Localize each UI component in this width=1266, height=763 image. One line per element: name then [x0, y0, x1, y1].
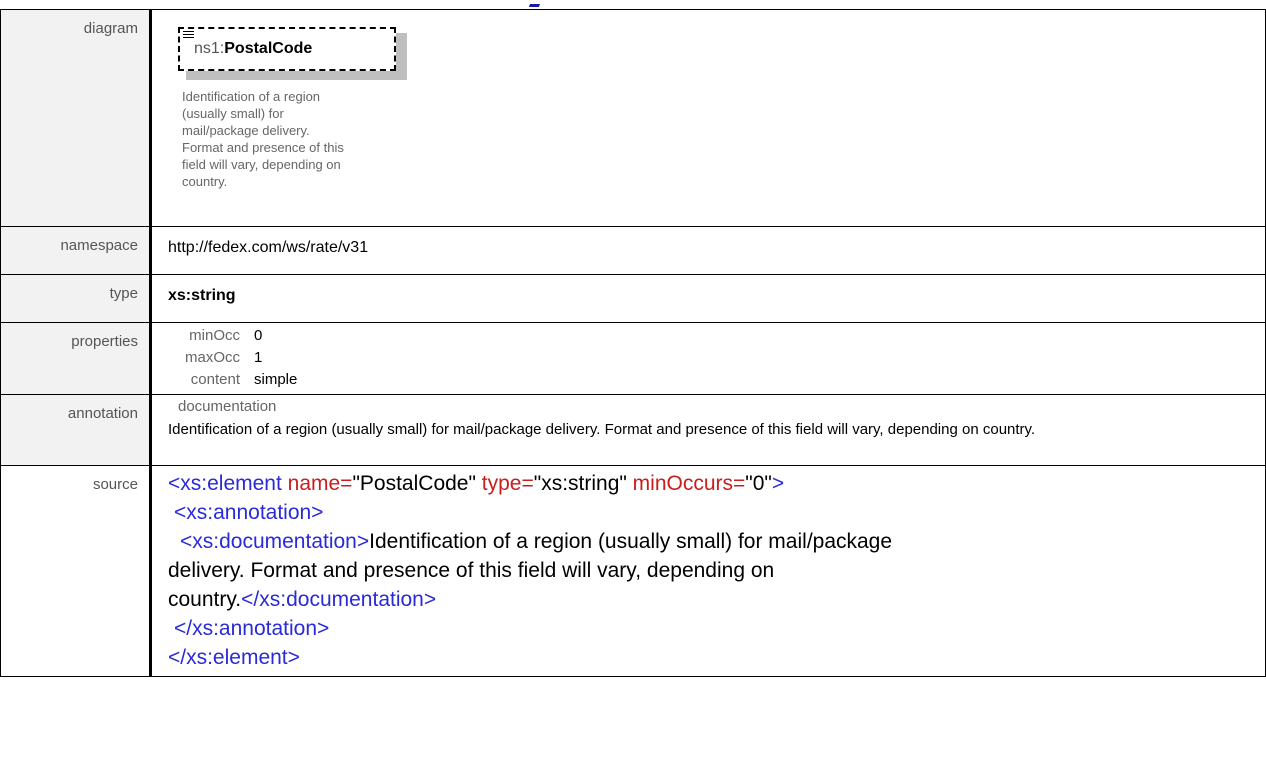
- namespace-label: namespace: [0, 226, 151, 275]
- documentation-lines-icon: [183, 31, 194, 41]
- diagram-doc-line: country.: [182, 174, 228, 189]
- diagram-row: diagram ns1:PostalCode Identification of…: [0, 9, 1266, 227]
- source-line: <xs:annotation>: [168, 498, 1265, 527]
- xml-attr: type=: [475, 472, 534, 495]
- xml-text: country.: [168, 588, 242, 611]
- xml-attr: minOccurs=: [626, 472, 746, 495]
- source-line: country.</xs:documentation>: [168, 585, 1265, 614]
- property-key: content: [190, 371, 240, 388]
- source-line: delivery. Format and presence of this fi…: [168, 556, 1265, 585]
- annotation-text: Identification of a region (usually smal…: [168, 421, 1036, 438]
- property-row: maxOcc 1: [168, 347, 1265, 369]
- diagram-label: diagram: [0, 9, 151, 227]
- property-value: 1: [254, 349, 263, 366]
- xml-tag: <xs:annotation>: [174, 501, 324, 524]
- property-value: 0: [254, 327, 263, 344]
- xml-tag: <xs:element: [168, 472, 282, 495]
- namespace-value: http://fedex.com/ws/rate/v31: [149, 226, 1266, 275]
- xml-tag: </xs:documentation>: [241, 588, 437, 611]
- element-box[interactable]: ns1:PostalCode: [178, 27, 396, 71]
- type-label: type: [0, 274, 151, 323]
- type-row: type xs:string: [0, 274, 1266, 323]
- property-key: minOcc: [189, 327, 240, 344]
- type-value: xs:string: [149, 274, 1266, 323]
- xml-attr-value: "PostalCode": [352, 472, 475, 495]
- xml-value: "xs:string": [533, 472, 627, 495]
- xml-text: delivery. Format and presence of this fi…: [168, 559, 775, 582]
- source-line: <xs:element name="PostalCode" type="xs:s…: [168, 469, 1265, 498]
- diagram-doc-line: (usually small) for: [182, 106, 284, 121]
- source-code: <xs:element name="PostalCode" type="xs:s…: [149, 465, 1266, 677]
- diagram-documentation: Identification of a region (usually smal…: [182, 88, 402, 190]
- property-row: content simple: [168, 369, 1265, 391]
- property-value: simple: [254, 371, 298, 388]
- diagram-doc-line: Format and presence of this: [182, 140, 344, 155]
- element-name: ns1:PostalCode: [194, 40, 312, 58]
- property-row: minOcc 0: [168, 325, 1265, 347]
- annotation-row: annotation documentation Identification …: [0, 394, 1266, 466]
- diagram-cell: ns1:PostalCode Identification of a regio…: [149, 9, 1266, 227]
- annotation-label: annotation: [0, 394, 151, 466]
- source-line: </xs:annotation>: [168, 614, 1265, 643]
- properties-list: minOcc 0 maxOcc 1 content simple: [149, 322, 1266, 395]
- xml-value: "PostalCode": [352, 472, 476, 495]
- source-row: source <xs:element name="PostalCode" typ…: [0, 465, 1266, 677]
- annotation-cell: documentation Identification of a region…: [149, 394, 1266, 466]
- xml-text: Identification of a region (usually smal…: [369, 530, 893, 553]
- heading-fragment: [528, 0, 546, 7]
- element-namespace-prefix: ns1:: [194, 40, 225, 57]
- source-line: </xs:element>: [168, 643, 1265, 672]
- xml-tag: </xs:annotation>: [174, 617, 330, 640]
- property-key: maxOcc: [184, 349, 240, 366]
- schema-element-table: diagram ns1:PostalCode Identification of…: [0, 9, 1266, 677]
- diagram-doc-line: mail/package delivery.: [182, 123, 310, 138]
- source-line: <xs:documentation>Identification of a re…: [168, 527, 1265, 556]
- xml-attr: name=: [281, 472, 353, 495]
- xml-tag: <xs:documentation>: [180, 530, 370, 553]
- xml-tag: >: [771, 472, 785, 495]
- properties-row: properties minOcc 0 maxOcc 1 content sim…: [0, 322, 1266, 395]
- diagram-doc-line: field will vary, depending on: [182, 157, 341, 172]
- element-local-name: PostalCode: [224, 40, 313, 57]
- xml-tag: </xs:element>: [168, 646, 300, 669]
- xml-value: "0": [745, 472, 772, 495]
- annotation-key: documentation: [178, 398, 277, 415]
- namespace-row: namespace http://fedex.com/ws/rate/v31: [0, 226, 1266, 275]
- source-label: source: [0, 465, 151, 677]
- properties-label: properties: [0, 322, 151, 395]
- diagram-doc-line: Identification of a region: [182, 89, 321, 104]
